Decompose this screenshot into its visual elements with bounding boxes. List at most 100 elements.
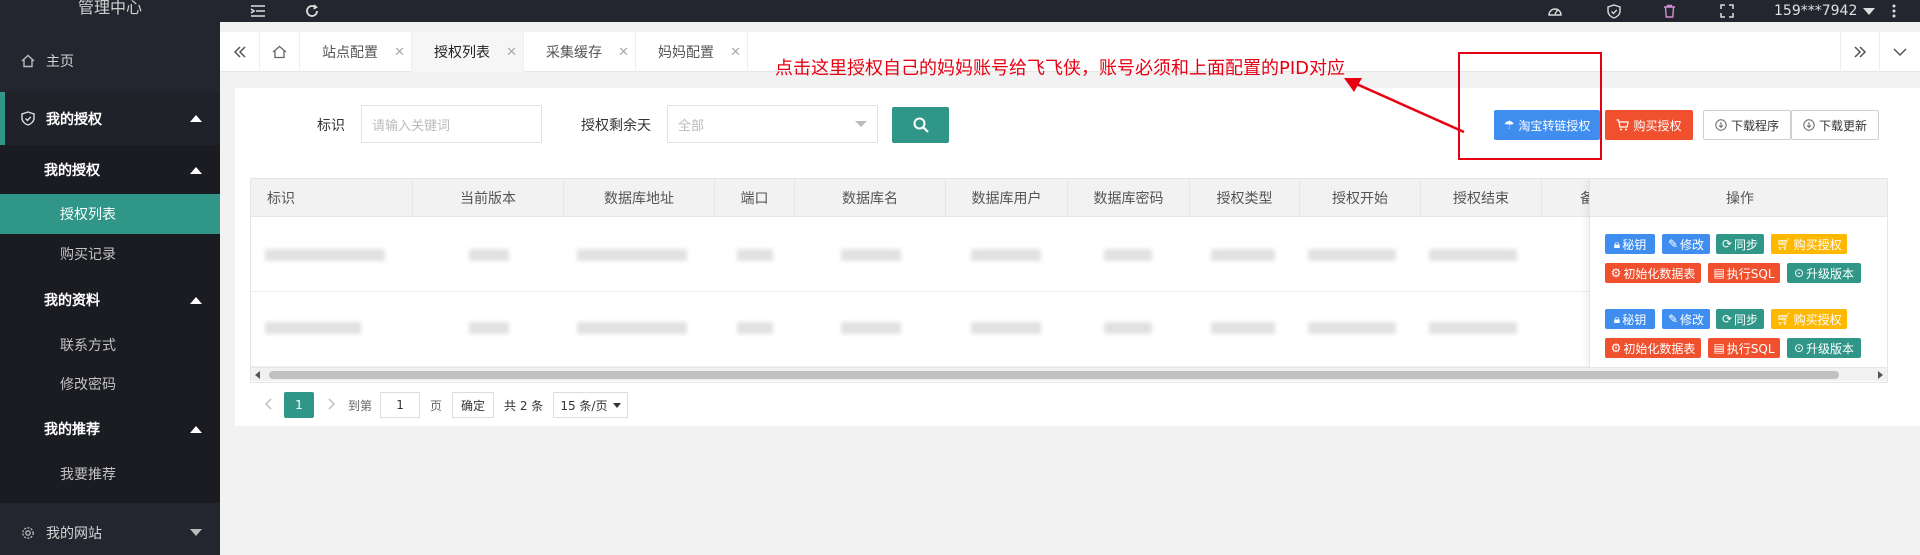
filter-id-label: 标识 xyxy=(317,118,345,134)
secret-key-button[interactable]: 🔒︎ 秘钥 xyxy=(1605,234,1655,254)
blurred-cell xyxy=(1429,322,1517,334)
goto-confirm-button[interactable]: 确定 xyxy=(452,392,495,418)
sync-button[interactable]: ⟳ 同步 xyxy=(1716,234,1764,254)
close-icon[interactable]: ✕ xyxy=(730,45,741,60)
edit-button[interactable]: ✎ 修改 xyxy=(1662,234,1710,254)
close-icon[interactable]: ✕ xyxy=(506,45,517,60)
sidebar-subitem-my-recommend[interactable]: 我的推荐 xyxy=(0,409,220,449)
sidebar-item-auth-list[interactable]: 授权列表 xyxy=(0,194,220,234)
page-size-select[interactable]: 15 条/页 xyxy=(553,392,629,418)
filter-days-label: 授权剩余天 xyxy=(581,118,651,134)
more-icon[interactable] xyxy=(1892,0,1896,22)
sidebar-subitem-my-profile[interactable]: 我的资料 xyxy=(0,280,220,320)
edit-button[interactable]: ✎ 修改 xyxy=(1662,309,1710,329)
tab-label: 采集缓存 xyxy=(546,45,602,61)
trash-icon[interactable] xyxy=(1663,0,1676,22)
tabs-scroll-left-icon[interactable] xyxy=(220,32,260,72)
sidebar-item-label: 修改密码 xyxy=(60,377,116,393)
col-header-auth-type: 授权类型 xyxy=(1190,179,1300,217)
button-label: 初始化数据表 xyxy=(1623,341,1696,356)
user-menu[interactable]: 159***7942 xyxy=(1774,0,1876,22)
download-icon xyxy=(1715,119,1727,131)
blurred-cell xyxy=(577,322,687,334)
cart-icon: 🛒︎ xyxy=(1776,237,1792,251)
sidebar-item-recommend[interactable]: 我要推荐 xyxy=(0,454,220,494)
blurred-cell xyxy=(737,322,773,334)
taobao-auth-button[interactable]: ☂ 淘宝转链授权 xyxy=(1494,110,1600,140)
tab-site-config[interactable]: 站点配置 ✕ xyxy=(300,32,412,72)
tab-mama-config[interactable]: 妈妈配置 ✕ xyxy=(636,32,748,72)
sidebar-item-purchase-records[interactable]: 购买记录 xyxy=(0,234,220,274)
sidebar-subitem-my-auth[interactable]: 我的授权 xyxy=(0,150,220,190)
days-select[interactable]: 全部 xyxy=(667,105,878,143)
buy-auth-row-button[interactable]: 🛒︎ 购买授权 xyxy=(1771,234,1847,254)
page-number-current[interactable]: 1 xyxy=(284,392,314,418)
init-tables-button[interactable]: ⚙ 初始化数据表 xyxy=(1605,338,1701,358)
download-program-button[interactable]: 下载程序 xyxy=(1703,110,1791,140)
buy-auth-row-button[interactable]: 🛒︎ 购买授权 xyxy=(1771,309,1847,329)
download-update-button[interactable]: 下载更新 xyxy=(1791,110,1879,140)
menu-toggle-icon[interactable] xyxy=(250,0,266,22)
horizontal-scrollbar[interactable] xyxy=(251,367,1887,381)
annotation-text: 点击这里授权自己的妈妈账号给飞飞侠，账号必须和上面配置的PID对应 xyxy=(775,58,1346,79)
sidebar-item-my-auth[interactable]: 我的授权 xyxy=(0,92,220,145)
shield-icon xyxy=(20,111,36,127)
close-icon[interactable]: ✕ xyxy=(618,45,629,60)
secret-key-button[interactable]: 🔒︎ 秘钥 xyxy=(1605,309,1655,329)
upgrade-version-button[interactable]: ⊙ 升级版本 xyxy=(1787,338,1861,358)
button-label: 修改 xyxy=(1680,237,1705,252)
sidebar-item-change-password[interactable]: 修改密码 xyxy=(0,364,220,404)
button-label: 升级版本 xyxy=(1806,341,1855,356)
download-icon xyxy=(1803,119,1815,131)
sidebar-item-label: 我的授权 xyxy=(44,163,100,179)
blurred-cell xyxy=(1308,249,1396,261)
scroll-right-icon[interactable] xyxy=(1878,371,1883,379)
execute-sql-button[interactable]: ▤ 执行SQL xyxy=(1708,338,1780,358)
chevron-down-icon xyxy=(1863,7,1876,15)
buy-auth-button[interactable]: 购买授权 xyxy=(1605,110,1693,140)
theme-icon[interactable] xyxy=(1547,0,1563,22)
chevron-up-icon xyxy=(190,115,202,122)
total-count: 共 2 条 xyxy=(504,398,544,413)
next-page-icon[interactable] xyxy=(328,398,336,413)
close-icon[interactable]: ✕ xyxy=(394,45,405,60)
button-label: 秘钥 xyxy=(1622,312,1647,327)
blurred-cell xyxy=(737,249,773,261)
sidebar-item-contact[interactable]: 联系方式 xyxy=(0,325,220,365)
chevron-down-icon xyxy=(855,121,867,127)
goto-page-input[interactable]: 1 xyxy=(380,392,421,418)
tab-home-icon[interactable] xyxy=(260,32,300,72)
fullscreen-icon[interactable] xyxy=(1720,0,1734,22)
gear-icon: ⚙ xyxy=(1610,266,1622,280)
id-search-input[interactable]: 请输入关键词 xyxy=(361,105,542,143)
prev-page-icon[interactable] xyxy=(264,398,272,413)
button-label: 同步 xyxy=(1734,237,1759,252)
operations-column: 操作 🔒︎ 秘钥 ✎ 修改 ⟳ 同步 🛒︎ 购买授权 ⚙ 初始化数据表 ▤ 执行SQL ⊙ 升… xyxy=(1589,179,1887,367)
init-tables-button[interactable]: ⚙ 初始化数据表 xyxy=(1605,263,1701,283)
upgrade-version-button[interactable]: ⊙ 升级版本 xyxy=(1787,263,1861,283)
tabs-scroll-right-icon[interactable] xyxy=(1840,32,1880,72)
sidebar-item-my-website[interactable]: 我的网站 xyxy=(0,510,220,555)
sidebar-item-home[interactable]: 主页 xyxy=(0,37,220,85)
tab-auth-list[interactable]: 授权列表 ✕ xyxy=(412,32,524,72)
chevron-down-icon xyxy=(190,529,202,536)
refresh-icon[interactable] xyxy=(305,0,319,22)
annotation-highlight-box xyxy=(1458,52,1602,160)
file-icon: ▤ xyxy=(1713,341,1725,355)
sync-button[interactable]: ⟳ 同步 xyxy=(1716,309,1764,329)
security-icon[interactable] xyxy=(1607,0,1621,22)
tabs-menu-icon[interactable] xyxy=(1880,32,1920,72)
sidebar-item-label: 购买记录 xyxy=(60,247,116,263)
button-label: 同步 xyxy=(1734,312,1759,327)
pencil-icon: ✎ xyxy=(1667,312,1679,326)
search-button[interactable] xyxy=(892,107,949,143)
gear-icon: ⚙ xyxy=(1610,341,1622,355)
scrollbar-thumb[interactable] xyxy=(269,371,1839,379)
col-header-db-name: 数据库名 xyxy=(795,179,946,217)
tab-collect-cache[interactable]: 采集缓存 ✕ xyxy=(524,32,636,72)
scroll-left-icon[interactable] xyxy=(255,371,260,379)
execute-sql-button[interactable]: ▤ 执行SQL xyxy=(1708,263,1780,283)
button-label: 秘钥 xyxy=(1622,237,1647,252)
sidebar-item-label: 我的推荐 xyxy=(44,422,100,438)
file-icon: ▤ xyxy=(1713,266,1725,280)
